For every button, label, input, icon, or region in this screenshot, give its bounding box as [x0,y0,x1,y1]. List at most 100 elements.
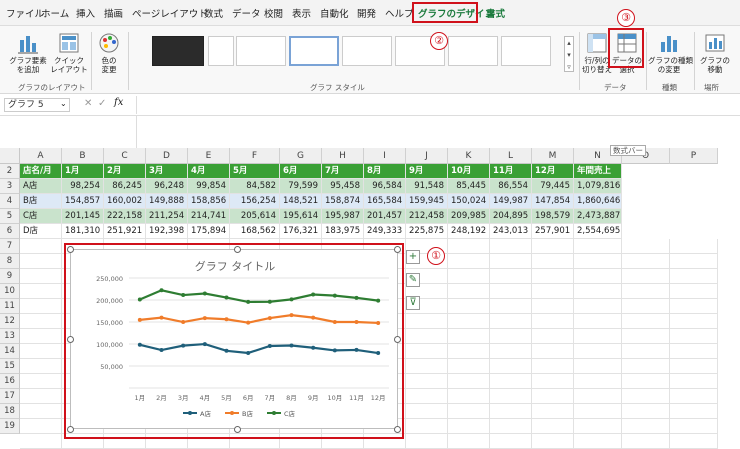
table-cell[interactable]: 205,614 [230,209,280,224]
empty-cell[interactable] [532,359,574,374]
empty-cell[interactable] [448,344,490,359]
table-cell[interactable]: 1,079,816 [574,179,622,194]
row-header[interactable]: 13 [0,329,20,344]
table-cell[interactable]: 201,457 [364,209,406,224]
empty-cell[interactable] [490,284,532,299]
table-cell[interactable]: 181,310 [62,224,104,239]
empty-cell[interactable] [448,329,490,344]
empty-cell[interactable] [490,269,532,284]
table-cell[interactable]: 225,875 [406,224,448,239]
table-cell[interactable]: 211,254 [146,209,188,224]
empty-cell[interactable] [622,329,670,344]
row-header[interactable]: 17 [0,389,20,404]
row-header[interactable]: 5 [0,209,20,224]
table-header-cell[interactable]: 店名/月 [20,164,62,179]
tab-home[interactable]: ホーム [41,6,69,20]
column-header[interactable]: E [188,148,230,164]
row-header[interactable]: 10 [0,284,20,299]
table-cell[interactable]: 147,854 [532,194,574,209]
table-header-cell[interactable]: 年間売上 [574,164,622,179]
table-header-cell[interactable]: 8月 [364,164,406,179]
empty-cell[interactable] [670,419,718,434]
column-header[interactable]: M [532,148,574,164]
empty-cell[interactable] [670,299,718,314]
table-cell[interactable]: 149,987 [490,194,532,209]
empty-cell[interactable] [448,389,490,404]
column-header[interactable]: I [364,148,406,164]
empty-cell[interactable] [490,359,532,374]
empty-cell[interactable] [532,299,574,314]
resize-handle[interactable] [394,246,401,253]
empty-cell[interactable] [20,359,62,374]
empty-cell[interactable] [406,314,448,329]
chart-filters-button[interactable]: ⊽ [406,296,420,310]
tab-help[interactable]: ヘルプ [385,6,414,20]
column-header[interactable]: F [230,148,280,164]
row-header[interactable]: 2 [0,164,20,179]
table-header-cell[interactable]: 4月 [188,164,230,179]
select-all-corner[interactable] [0,148,20,164]
empty-cell[interactable] [622,359,670,374]
empty-cell[interactable] [20,419,62,434]
empty-cell[interactable] [20,434,62,449]
empty-cell[interactable] [622,404,670,419]
empty-cell[interactable] [20,239,62,254]
table-cell[interactable]: 175,894 [188,224,230,239]
table-header-cell[interactable]: 9月 [406,164,448,179]
empty-cell[interactable] [490,404,532,419]
empty-cell[interactable] [406,389,448,404]
empty-cell[interactable] [622,269,670,284]
empty-cell[interactable] [670,404,718,419]
table-cell[interactable]: 79,445 [532,179,574,194]
empty-cell[interactable] [20,404,62,419]
table-cell[interactable]: 86,554 [490,179,532,194]
empty-cell[interactable] [670,239,718,254]
empty-cell[interactable] [490,314,532,329]
tab-data[interactable]: データ [232,6,261,20]
chart-style-thumb-3[interactable] [236,36,286,66]
empty-cell[interactable] [670,359,718,374]
table-cell[interactable]: 79,599 [280,179,322,194]
empty-cell[interactable] [574,434,622,449]
table-cell[interactable]: 251,921 [104,224,146,239]
empty-cell[interactable] [574,344,622,359]
chart-style-thumb-7[interactable] [448,36,498,66]
empty-cell[interactable] [574,254,622,269]
column-header[interactable]: J [406,148,448,164]
row-header[interactable]: 18 [0,404,20,419]
empty-cell[interactable] [622,434,670,449]
change-chart-type-button[interactable]: グラフの種類 の変更 [648,32,693,74]
empty-cell[interactable] [622,299,670,314]
empty-cell[interactable] [448,404,490,419]
empty-cell[interactable] [490,374,532,389]
empty-cell[interactable] [448,239,490,254]
table-cell[interactable]: 165,584 [364,194,406,209]
chart-style-thumb-4[interactable] [289,36,339,66]
tab-file[interactable]: ファイル [6,6,44,20]
column-header[interactable]: H [322,148,364,164]
empty-cell[interactable] [532,269,574,284]
table-cell[interactable]: 222,158 [104,209,146,224]
table-cell[interactable]: 86,245 [104,179,146,194]
empty-cell[interactable] [20,374,62,389]
empty-cell[interactable] [670,374,718,389]
table-cell[interactable]: 257,901 [532,224,574,239]
empty-cell[interactable] [532,419,574,434]
column-header[interactable]: L [490,148,532,164]
tab-review[interactable]: 校閲 [264,6,283,20]
table-cell[interactable]: 201,145 [62,209,104,224]
table-cell[interactable]: 176,321 [280,224,322,239]
row-header[interactable]: 12 [0,314,20,329]
empty-cell[interactable] [20,284,62,299]
table-cell[interactable]: 249,333 [364,224,406,239]
empty-cell[interactable] [532,389,574,404]
empty-cell[interactable] [622,344,670,359]
empty-cell[interactable] [532,239,574,254]
tab-automate[interactable]: 自動化 [320,6,349,20]
empty-cell[interactable] [490,254,532,269]
chart-styles-button[interactable]: ✎ [406,273,420,287]
table-cell[interactable]: 243,013 [490,224,532,239]
add-chart-element-button[interactable]: グラフ要素 を追加 [8,32,48,74]
table-cell[interactable]: 98,254 [62,179,104,194]
column-header[interactable]: A [20,148,62,164]
